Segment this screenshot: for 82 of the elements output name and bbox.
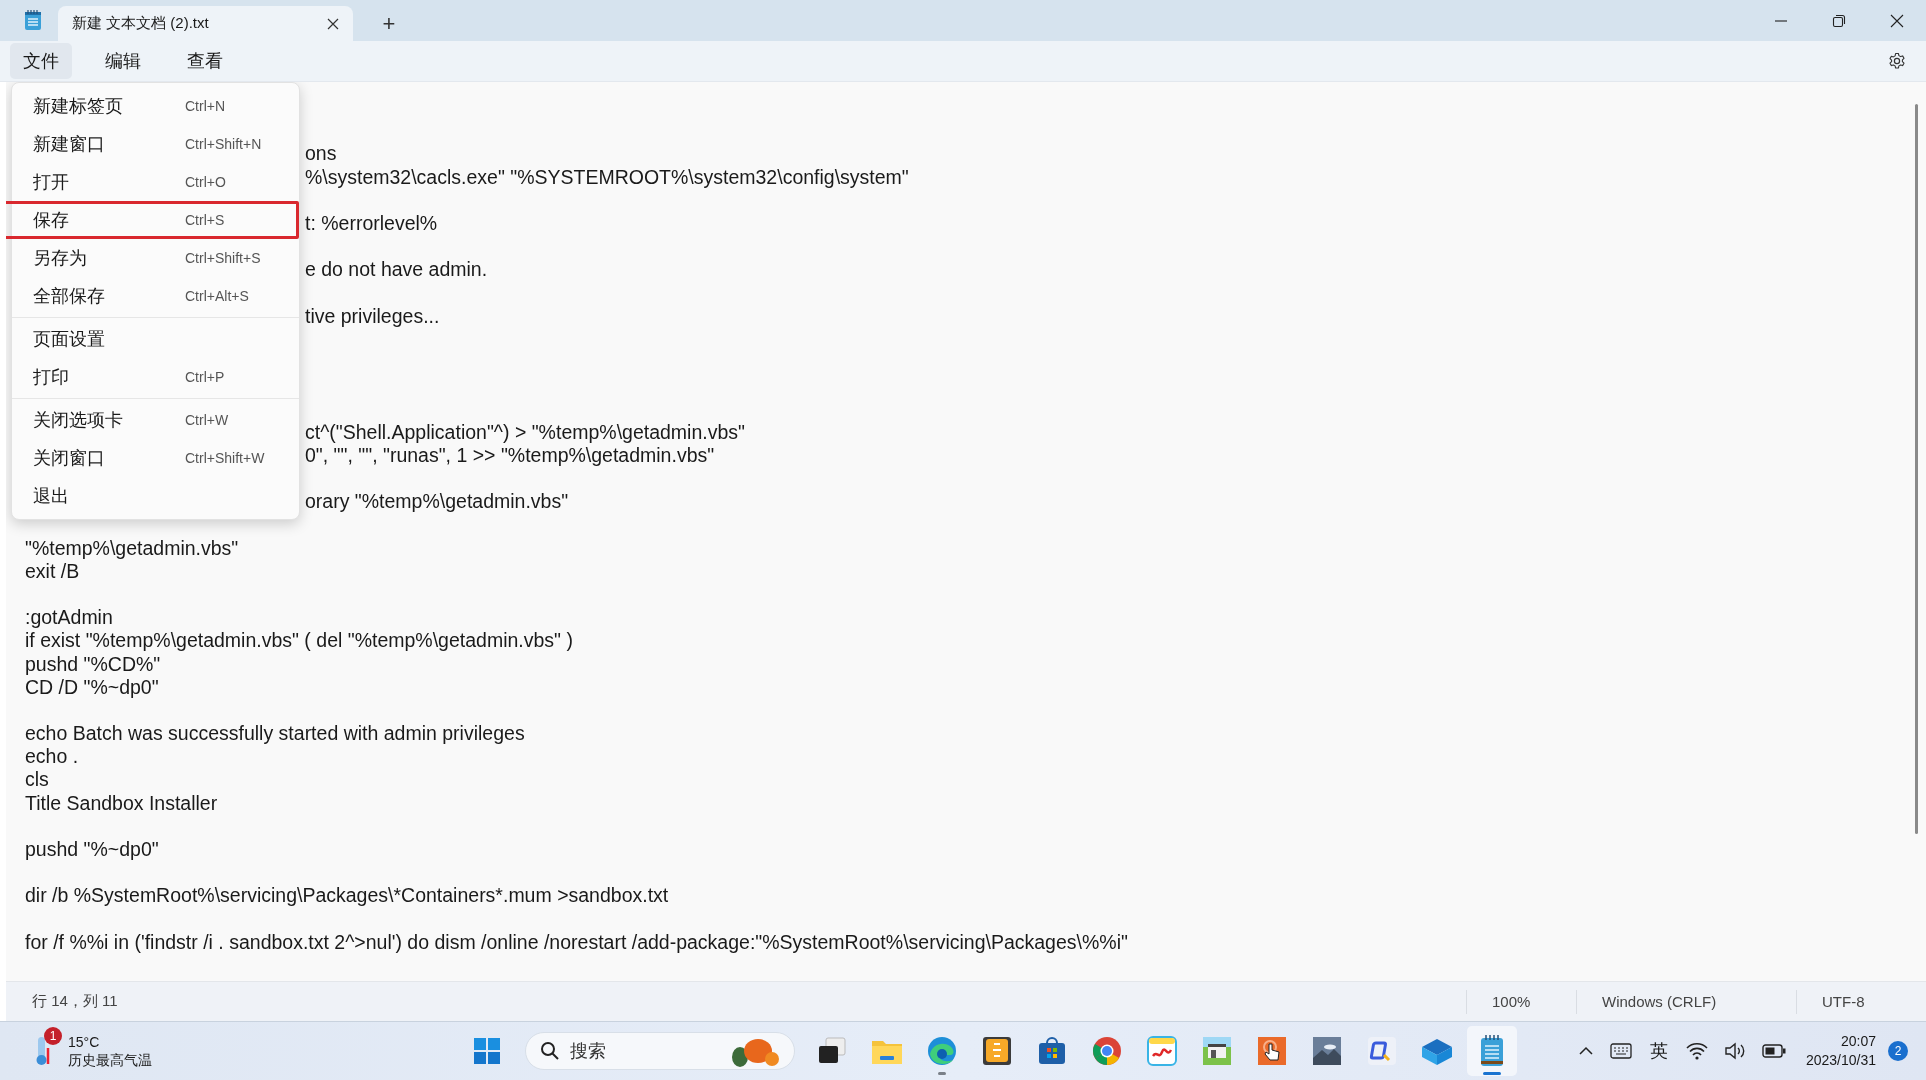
letter-tile-icon[interactable] (1367, 1036, 1397, 1066)
text-line: ons (305, 142, 337, 165)
wifi-icon[interactable] (1685, 1042, 1708, 1060)
new-tab-button[interactable]: + (369, 6, 409, 41)
chevron-up-icon[interactable] (1577, 1046, 1594, 1056)
text-line: echo Batch was successfully started with admin privileges (25, 722, 525, 745)
menu-option[interactable]: 打开 Ctrl+O (6, 163, 299, 201)
menu-option[interactable]: 关闭选项卡 Ctrl+W (6, 401, 299, 439)
settings-icon[interactable] (1888, 52, 1906, 70)
text-editor[interactable] (6, 82, 1926, 981)
text-line: ct^("Shell.Application"^) > "%temp%\getadmin.vbs" (305, 420, 745, 443)
speaker-icon[interactable] (1723, 1042, 1746, 1060)
shortcut-text: Ctrl+W (185, 412, 229, 428)
temperature: 15°C (68, 1033, 101, 1051)
search-input[interactable]: 搜索 (570, 1040, 720, 1062)
menu-option[interactable]: 新建标签页 Ctrl+N (6, 87, 299, 125)
scroll-bar[interactable] (1915, 104, 1918, 834)
zoom-level: 100% (1466, 989, 1576, 1014)
notification-badge: 1 (44, 1027, 62, 1045)
menu-item[interactable]: 编辑 (92, 43, 154, 79)
menu-option[interactable]: 全部保存 Ctrl+Alt+S (6, 277, 299, 315)
hand-cursor-icon[interactable] (1257, 1036, 1287, 1066)
shopping-bag-icon[interactable] (1037, 1036, 1067, 1066)
menu-option[interactable]: 退出 (6, 477, 299, 515)
text-line: exit /B (25, 559, 80, 582)
shortcut-text: Ctrl+S (185, 212, 225, 228)
text-line: "%temp%\getadmin.vbs" (25, 536, 239, 559)
text-line: echo . (25, 745, 79, 768)
text-line: dir /b %SystemRoot%\servicing\Packages\*Containers*.mum >sandbox.txt (25, 884, 669, 907)
shortcut-text: Ctrl+Alt+S (185, 288, 249, 304)
text-line: :gotAdmin (25, 606, 113, 629)
search-bar[interactable]: 搜索 (525, 1032, 795, 1070)
window-stack-icon[interactable] (817, 1036, 847, 1066)
notebook-icon[interactable] (1147, 1036, 1177, 1066)
shortcut-text: Ctrl+P (185, 369, 225, 385)
weather-caption: 历史最高气温 (68, 1051, 152, 1069)
document-tab[interactable]: 新建 文本文档 (2).txt (58, 6, 353, 41)
cursor-position: 行 14，列 11 (31, 992, 118, 1011)
menu-option[interactable]: 打印 Ctrl+P (6, 358, 299, 396)
shortcut-text: Ctrl+O (185, 174, 226, 190)
text-line: 0", "", "", "runas", 1 >> "%temp%\getadmin.vbs" (305, 443, 715, 466)
text-line: tive privileges... (305, 304, 440, 327)
menu-item[interactable]: 查看 (174, 43, 236, 79)
text-line: t: %errorlevel% (305, 211, 438, 234)
battery-icon[interactable] (1761, 1044, 1786, 1058)
text-line: e do not have admin. (305, 258, 488, 281)
landscape-icon[interactable] (1312, 1036, 1342, 1066)
input-method-indicator[interactable]: 英 (1649, 1039, 1668, 1063)
menu-option[interactable]: 保存 Ctrl+S (6, 201, 299, 239)
app-tile-icon[interactable] (982, 1036, 1012, 1066)
text-line: orary "%temp%\getadmin.vbs" (305, 490, 569, 513)
encoding: UTF-8 (1796, 989, 1926, 1014)
text-line: cls (25, 768, 49, 791)
open-box-icon[interactable] (1421, 1036, 1453, 1066)
text-line: for /f %%i in ('findstr /i . sandbox.txt 2^>nul') do dism /online /norestart /add-package:"%SystemRoot%\servicing\Packages\%%i" (25, 930, 1128, 953)
clock[interactable]: 20:07 2023/10/31 (1805, 1032, 1876, 1070)
line-ending: Windows (CRLF) (1576, 989, 1796, 1014)
text-line: %\system32\cacls.exe" "%SYSTEMROOT%\system32\config\system" (305, 165, 909, 188)
round-browser-icon[interactable] (1092, 1036, 1122, 1066)
notepad-icon[interactable] (1479, 1034, 1505, 1068)
menu-option[interactable]: 新建窗口 Ctrl+Shift+N (6, 125, 299, 163)
text-line: Title Sandbox Installer (25, 791, 218, 814)
text-line: if exist "%temp%\getadmin.vbs" ( del "%temp%\getadmin.vbs" ) (25, 629, 573, 652)
house-icon[interactable] (1202, 1036, 1232, 1066)
shortcut-text: Ctrl+Shift+N (185, 136, 262, 152)
shortcut-text: Ctrl+N (185, 98, 226, 114)
shortcut-text: Ctrl+Shift+S (185, 250, 261, 266)
text-line: pushd "%CD%" (25, 652, 161, 675)
notepad-icon (24, 9, 42, 31)
menu-option[interactable]: 另存为 Ctrl+Shift+S (6, 239, 299, 277)
search-icon (540, 1041, 560, 1061)
swirl-browser-icon[interactable] (927, 1036, 957, 1066)
close-icon[interactable] (327, 17, 339, 30)
menu-option[interactable]: 关闭窗口 Ctrl+Shift+W (6, 439, 299, 477)
notification-count[interactable]: 2 (1888, 1041, 1908, 1061)
text-line: pushd "%~dp0" (25, 838, 159, 860)
menu-item[interactable]: 文件 (10, 43, 72, 79)
menu-option[interactable]: 页面设置 (6, 320, 299, 358)
keyboard-icon[interactable] (1609, 1043, 1632, 1059)
shortcut-text: Ctrl+Shift+W (185, 450, 265, 466)
text-line: CD /D "%~dp0" (25, 675, 159, 698)
taskbar-button[interactable] (1467, 1026, 1517, 1076)
